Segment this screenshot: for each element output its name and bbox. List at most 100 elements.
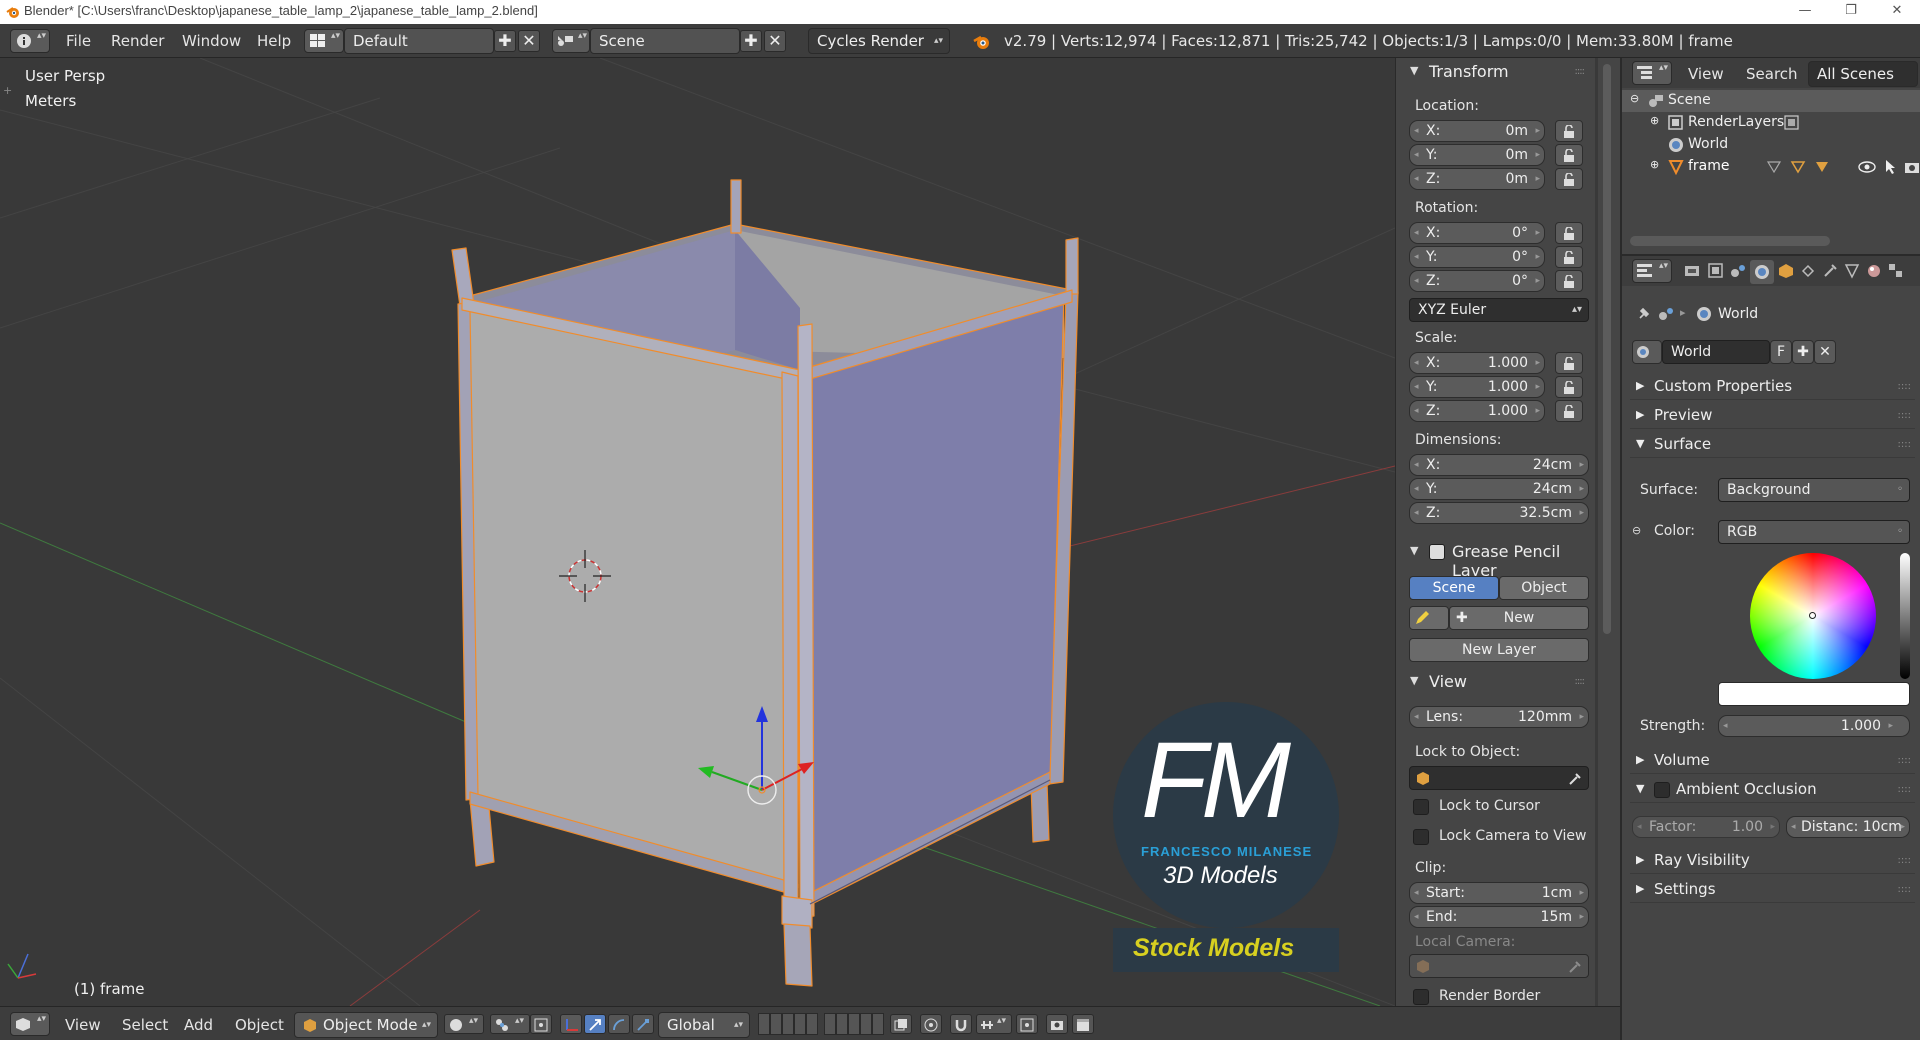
outliner-row-scene[interactable]: ⊖ Scene xyxy=(1622,90,1920,112)
opengl-render-button[interactable] xyxy=(1046,1014,1068,1034)
lock-to-cursor-checkbox[interactable] xyxy=(1413,799,1429,815)
properties-editor-type-button[interactable]: ▴▾ xyxy=(1632,259,1672,283)
grease-pencil-tab-scene[interactable]: Scene xyxy=(1409,576,1499,600)
lock-location-y-button[interactable] xyxy=(1555,144,1583,166)
new-layer-button[interactable]: New Layer xyxy=(1409,638,1589,662)
maximize-button[interactable]: ❐ xyxy=(1828,0,1874,24)
object-tab-icon[interactable] xyxy=(1778,263,1794,279)
add-scene-button[interactable]: ✚ xyxy=(740,30,762,52)
snap-target-button[interactable] xyxy=(1016,1014,1038,1034)
color-socket-icon[interactable]: ⊖ xyxy=(1632,524,1641,537)
transform-orientation-dropdown[interactable]: Global ▴▾ xyxy=(658,1012,750,1038)
pivot-point-dropdown[interactable]: ▴▾ xyxy=(490,1014,530,1034)
unlink-world-button[interactable]: ✕ xyxy=(1814,340,1836,364)
grease-pencil-new-button[interactable]: ✚ New xyxy=(1449,606,1589,630)
minimize-button[interactable]: — xyxy=(1782,0,1828,24)
dimensions-y-field[interactable]: ◂ Y: 24cm ▸ xyxy=(1409,478,1589,500)
render-tab-icon[interactable] xyxy=(1684,263,1700,279)
drag-grip-icon[interactable]: :::: xyxy=(1575,66,1586,77)
location-x-field[interactable]: ◂ X: 0m ▸ xyxy=(1409,120,1545,142)
screen-layout-selector[interactable]: ▴▾ xyxy=(304,29,344,53)
ao-factor-field[interactable]: ◂ Factor: 1.00 ▸ xyxy=(1632,816,1780,838)
grease-pencil-panel-header[interactable]: ▼ Grease Pencil Layer xyxy=(1396,538,1595,580)
render-engine-dropdown[interactable]: Cycles Render ▴▾ xyxy=(808,28,950,54)
world-browse-button[interactable] xyxy=(1632,340,1662,364)
select-cursor-icon[interactable] xyxy=(1884,159,1898,175)
outliner-filter-dropdown[interactable]: All Scenes xyxy=(1808,61,1918,87)
drag-grip-icon[interactable]: :::: xyxy=(1575,676,1586,687)
manipulate-center-points-button[interactable] xyxy=(530,1014,552,1034)
menu-object[interactable]: Object xyxy=(235,1016,284,1034)
render-border-checkbox[interactable] xyxy=(1413,989,1429,1005)
screen-layout-name[interactable]: Default xyxy=(344,28,494,54)
outliner-editor-type-button[interactable]: ▴▾ xyxy=(1632,61,1672,85)
editor-type-info-button[interactable]: ▴▾ xyxy=(10,29,50,53)
view-panel-header[interactable]: ▼ View :::: xyxy=(1396,668,1595,696)
clip-end-field[interactable]: ◂ End: 15m ▸ xyxy=(1409,906,1589,928)
rotate-manipulator-button[interactable] xyxy=(608,1014,630,1034)
eyedropper-icon[interactable] xyxy=(1568,959,1582,973)
modifiers-tab-icon[interactable] xyxy=(1822,263,1838,279)
lock-scale-z-button[interactable] xyxy=(1555,400,1583,422)
world-tab-active[interactable] xyxy=(1750,260,1774,284)
lock-scale-x-button[interactable] xyxy=(1555,352,1583,374)
grease-pencil-selector[interactable] xyxy=(1409,606,1449,630)
scale-y-field[interactable]: ◂ Y: 1.000 ▸ xyxy=(1409,376,1545,398)
fake-user-button[interactable]: F xyxy=(1770,340,1792,364)
translate-manipulator-button[interactable] xyxy=(584,1014,606,1034)
menu-add[interactable]: Add xyxy=(184,1016,213,1034)
pin-icon[interactable] xyxy=(1636,306,1652,322)
menu-help[interactable]: Help xyxy=(257,32,291,50)
remove-layout-button[interactable]: ✕ xyxy=(518,30,540,52)
lock-location-z-button[interactable] xyxy=(1555,168,1583,190)
visibility-eye-icon[interactable] xyxy=(1858,160,1876,174)
lock-scale-y-button[interactable] xyxy=(1555,376,1583,398)
surface-panel[interactable]: ▼ Surface:::: xyxy=(1630,432,1915,458)
lock-to-object-field[interactable] xyxy=(1409,766,1589,790)
expand-icon[interactable]: ⊕ xyxy=(1650,158,1659,171)
scene-layers-grid-2[interactable] xyxy=(824,1013,884,1035)
render-layers-tab-icon[interactable] xyxy=(1708,263,1724,279)
collapse-icon[interactable]: ⊖ xyxy=(1630,92,1639,105)
scene-layers-grid-1[interactable] xyxy=(758,1013,818,1035)
preview-panel[interactable]: ▶ Preview:::: xyxy=(1630,403,1915,429)
transform-panel-header[interactable]: ▼ Transform :::: xyxy=(1396,58,1595,86)
scene-name[interactable]: Scene xyxy=(590,28,740,54)
local-camera-field[interactable] xyxy=(1409,954,1589,978)
close-window-button[interactable]: ✕ xyxy=(1874,0,1920,24)
3d-view-editor-type-button[interactable]: ▴▾ xyxy=(10,1012,50,1036)
outliner-hscrollbar[interactable] xyxy=(1630,236,1830,246)
world-name-field[interactable]: World xyxy=(1662,340,1770,364)
toolshelf-toggle-icon[interactable]: + xyxy=(3,84,12,97)
manipulator-toggle-button[interactable] xyxy=(560,1014,582,1034)
ambient-occlusion-panel[interactable]: ▼ Ambient Occlusion:::: xyxy=(1630,777,1915,803)
viewport-shading-dropdown[interactable]: ▴▾ xyxy=(444,1014,484,1034)
menu-file[interactable]: File xyxy=(66,32,91,50)
remove-scene-button[interactable]: ✕ xyxy=(764,30,786,52)
menu-select[interactable]: Select xyxy=(122,1016,168,1034)
lock-rotation-y-button[interactable] xyxy=(1555,246,1583,268)
texture-tab-icon[interactable] xyxy=(1888,263,1904,279)
scene-tab-icon[interactable] xyxy=(1730,263,1746,279)
color-wheel[interactable] xyxy=(1750,553,1876,679)
snap-toggle-button[interactable] xyxy=(950,1014,972,1034)
location-y-field[interactable]: ◂ Y: 0m ▸ xyxy=(1409,144,1545,166)
3d-viewport[interactable]: User Persp Meters + (1) frame FM FRANCES… xyxy=(0,58,1395,1006)
snap-element-dropdown[interactable]: ▴▾ xyxy=(976,1014,1012,1034)
rotation-z-field[interactable]: ◂ Z: 0° ▸ xyxy=(1409,270,1545,292)
rotation-x-field[interactable]: ◂ X: 0° ▸ xyxy=(1409,222,1545,244)
menu-view[interactable]: View xyxy=(65,1016,101,1034)
clip-start-field[interactable]: ◂ Start: 1cm ▸ xyxy=(1409,882,1589,904)
volume-panel[interactable]: ▶ Volume:::: xyxy=(1630,748,1915,774)
scene-selector[interactable]: ▴▾ xyxy=(552,29,590,53)
dimensions-z-field[interactable]: ◂ Z: 32.5cm ▸ xyxy=(1409,502,1589,524)
eyedropper-icon[interactable] xyxy=(1568,771,1582,785)
outliner-menu-search[interactable]: Search xyxy=(1746,65,1798,83)
ao-distance-field[interactable]: ◂ Distanc: 10cm ▸ xyxy=(1786,816,1910,838)
scale-manipulator-button[interactable] xyxy=(632,1014,654,1034)
location-z-field[interactable]: ◂ Z: 0m ▸ xyxy=(1409,168,1545,190)
scrollbar-thumb[interactable] xyxy=(1603,64,1611,634)
strength-field[interactable]: ◂ 1.000 ▸ xyxy=(1718,715,1910,737)
settings-panel[interactable]: ▶ Settings:::: xyxy=(1630,877,1915,903)
color-mode-dropdown[interactable]: RGB ◦ xyxy=(1718,520,1910,544)
